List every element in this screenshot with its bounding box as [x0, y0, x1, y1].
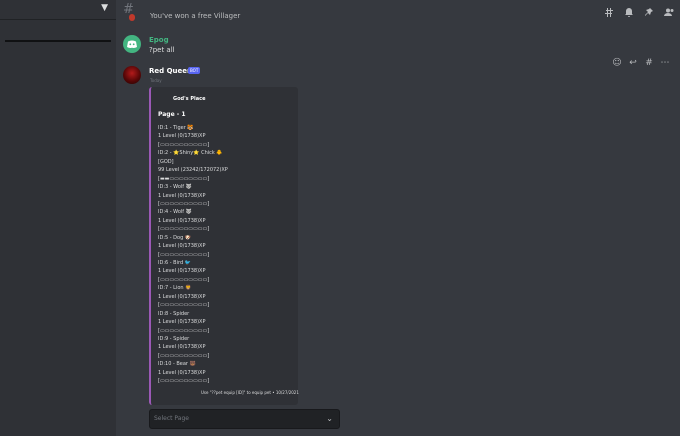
message-text: ?pet all	[149, 46, 175, 54]
embed-line: [▭▭▭▭▭▭▭▭▭▭]	[158, 200, 210, 207]
chat-area: You've won a free Villager Epog ?pet all…	[116, 0, 680, 436]
embed-line: 1 Level (0/1738)XP	[158, 293, 206, 300]
embed-line: [▭▭▭▭▭▭▭▭▭▭]	[158, 251, 210, 258]
embed-line: [▭▭▭▭▭▭▭▭▭▭]	[158, 302, 210, 309]
threads-icon[interactable]: #	[644, 58, 654, 68]
embed-description: ID:1 - Tiger 🐯 1 Level (0/1738)XP [▭▭▭▭▭▭▭…	[158, 124, 228, 386]
channel-sidebar: ▼	[0, 0, 116, 436]
embed-line: [▭▭▭▭▭▭▭▭▭▭]	[158, 327, 210, 334]
embed-line: ID:7 - Lion 🦁	[158, 285, 192, 292]
header-toolbar	[604, 3, 674, 17]
server-header[interactable]: ▼	[0, 0, 116, 20]
discord-logo-icon	[127, 40, 137, 49]
reply-icon[interactable]: ↩	[628, 58, 638, 68]
embed-line: 1 Level (0/1738)XP	[158, 192, 206, 199]
embed-line: [▭▭▭▭▭▭▭▭▭▭]	[158, 276, 210, 283]
embed-line: 1 Level (0/1738)XP	[158, 319, 206, 326]
embed-line: 1 Level (0/1738)XP	[158, 369, 206, 376]
embed-author: God's Place	[173, 96, 206, 102]
select-placeholder: Select Page	[154, 415, 189, 422]
bell-icon[interactable]	[624, 3, 634, 17]
embed-line: 1 Level (0/1738)XP	[158, 268, 206, 275]
embed-line: 1 Level (0/1738)XP	[158, 133, 206, 140]
embed-line: ID:5 - Dog 🐶	[158, 234, 192, 241]
more-icon[interactable]: ⋯	[660, 58, 670, 68]
message-actions: ☺ ↩ # ⋯	[612, 58, 670, 68]
embed-line: [▭▭▭▭▭▭▭▭▭▭]	[158, 141, 210, 148]
embed-line: ID:8 - Spider	[158, 310, 190, 317]
embed-line: [▭▭▭▭▭▭▭▭▭▭]	[158, 226, 210, 233]
embed-line: [▭▭▭▭▭▭▭▭▭▭]	[158, 352, 210, 359]
embed-line: [▭▭▭▭▭▭▭▭▭▭]	[158, 378, 210, 385]
select-page-dropdown[interactable]: Select Page ⌄	[149, 409, 340, 429]
chevron-down-icon: ⌄	[326, 414, 333, 423]
embed-line: 1 Level (0/1738)XP	[158, 217, 206, 224]
embed-line: [▬▬▭▭▭▭▭▭▭▭]	[158, 175, 210, 182]
embed-line: ID:2 - ⭐Shiny⭐ Chick 🐥	[158, 150, 223, 157]
embed-line: ID:10 - Bear 🐻	[158, 361, 196, 368]
embed-line: 1 Level (0/1738)XP	[158, 243, 206, 250]
embed-title: Page - 1	[158, 111, 186, 118]
embed-line: ID:3 - Wolf 🐺	[158, 184, 192, 191]
username-epog[interactable]: Epog	[149, 36, 169, 44]
pin-icon[interactable]	[644, 3, 654, 16]
channel-header: #	[116, 0, 680, 20]
avatar[interactable]	[123, 35, 141, 53]
channel-hash-icon: #	[123, 2, 134, 17]
embed-line: 1 Level (0/1738)XP	[158, 344, 206, 351]
bot-badge: BOT	[188, 67, 201, 74]
username-red-queen[interactable]: Red Queen	[149, 67, 192, 75]
threads-icon[interactable]	[604, 3, 614, 17]
message-timestamp: Today	[150, 78, 162, 83]
embed-line: ID:4 - Wolf 🐺	[158, 209, 192, 216]
chevron-down-icon[interactable]: ▼	[101, 3, 108, 13]
embed-line: [GOD]	[158, 158, 174, 165]
embed: God's Place Page - 1 ID:1 - Tiger 🐯 1 Lev…	[149, 87, 299, 405]
embed-footer: Use "??pet equip [ID]" to equip pet • 10…	[201, 390, 299, 395]
embed-line: ID:1 - Tiger 🐯	[158, 125, 194, 131]
sidebar-divider	[5, 40, 111, 42]
discord-window: ▼ You've won a free Villager Epog ?pet a…	[0, 0, 680, 436]
embed-line: ID:6 - Bird 🐦	[158, 260, 191, 266]
add-reaction-icon[interactable]: ☺	[612, 58, 622, 68]
avatar[interactable]	[123, 66, 141, 84]
members-icon[interactable]	[664, 3, 674, 16]
embed-line: ID:9 - Spider	[158, 335, 190, 342]
embed-line: 99 Level (23242/172072)XP	[158, 167, 228, 174]
